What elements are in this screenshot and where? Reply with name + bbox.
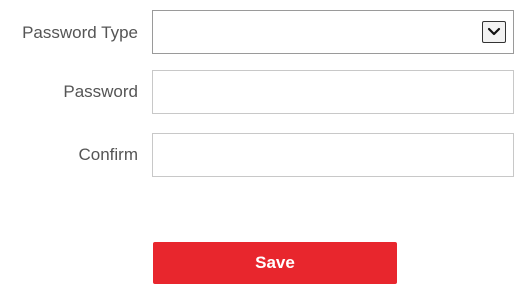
password-form: Password Type Password Confirm Save: [0, 0, 516, 284]
password-type-label: Password Type: [22, 23, 138, 42]
save-button[interactable]: Save: [153, 242, 397, 284]
chevron-down-icon: [487, 27, 501, 36]
password-label: Password: [63, 82, 138, 101]
dropdown-toggle-button[interactable]: [482, 21, 506, 43]
password-field-wrapper: [152, 70, 514, 114]
confirm-label: Confirm: [78, 145, 138, 164]
confirm-field-wrapper: [152, 133, 514, 177]
confirm-password-input[interactable]: [153, 134, 513, 176]
password-type-select[interactable]: [152, 10, 514, 54]
password-input[interactable]: [153, 71, 513, 113]
